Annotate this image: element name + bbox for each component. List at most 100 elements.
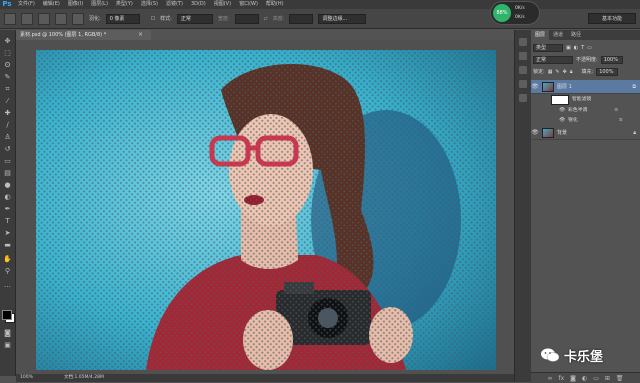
refine-edge-button[interactable]: 调整边缘... (318, 13, 367, 24)
history-brush-tool-icon[interactable]: ↺ (3, 146, 12, 153)
brush-panel-icon[interactable] (519, 66, 527, 74)
wechat-watermark: 卡乐堡 (540, 344, 636, 366)
feather-label: 羽化: (89, 16, 101, 22)
properties-panel-icon[interactable] (519, 52, 527, 60)
history-panel-icon[interactable] (519, 38, 527, 46)
filter-sharpen-row[interactable]: 👁︎ 锐化 ≡ (559, 116, 623, 125)
healing-brush-tool-icon[interactable]: ✚ (3, 110, 12, 117)
filter-options-icon[interactable]: ≡ (619, 116, 623, 125)
filter-options-icon[interactable]: ≡ (614, 106, 618, 115)
quick-mask-icon[interactable]: ◙ (3, 330, 12, 337)
layer-kind-select[interactable]: 类型 (533, 43, 563, 52)
zoom-level[interactable]: 100% (20, 374, 33, 382)
panel-tabs: 图层 通道 路径 (531, 30, 640, 40)
layer-row-background[interactable]: 👁︎ 背景 🔒︎ (531, 126, 640, 140)
feather-input[interactable]: 0 像素 (105, 13, 140, 24)
menu-layer[interactable]: 图层(L) (87, 0, 112, 9)
halftone-portrait-artwork[interactable] (36, 50, 496, 370)
new-group-icon[interactable]: ▭ (593, 375, 599, 382)
intersect-selection-button[interactable] (72, 12, 84, 25)
smart-filter-mask-thumbnail[interactable] (551, 94, 569, 105)
menu-help[interactable]: 帮助(H) (262, 0, 288, 9)
lock-image-icon[interactable]: ✎ (555, 69, 559, 75)
height-input[interactable] (289, 13, 314, 24)
opacity-input[interactable]: 100% (600, 55, 623, 64)
blur-tool-icon[interactable]: ● (3, 182, 12, 189)
type-tool-icon[interactable]: T (3, 218, 12, 225)
layer-row-1[interactable]: 👁︎ 图层 1 ⧉ (531, 80, 640, 94)
smart-filter-row[interactable]: 智能滤镜 (551, 94, 591, 105)
marquee-tool-preset-button[interactable] (4, 12, 16, 25)
menu-view[interactable]: 视图(V) (210, 0, 235, 9)
shape-tool-icon[interactable]: ▬ (3, 242, 12, 249)
lasso-tool-icon[interactable]: ʘ (3, 62, 12, 69)
path-select-tool-icon[interactable]: ➤ (3, 230, 12, 237)
paragraph-panel-icon[interactable] (519, 94, 527, 102)
layer-name[interactable]: 图层 1 (557, 83, 572, 90)
tab-channels[interactable]: 通道 (549, 30, 567, 40)
document-tab[interactable]: 素材.psd @ 100% (图层 1, RGB/8) * (16, 30, 151, 40)
screen-mode-icon[interactable]: ▣ (3, 342, 12, 349)
swap-icon[interactable]: ⇄ (264, 16, 268, 22)
layer-style-icon[interactable]: fx (558, 375, 564, 382)
close-document-icon[interactable]: × (138, 30, 148, 40)
delete-layer-icon[interactable]: 🗑︎ (616, 375, 624, 382)
blend-mode-select[interactable]: 正常 (533, 55, 573, 64)
gradient-tool-icon[interactable]: ▤ (3, 170, 12, 177)
filter-pixel-icon[interactable]: ▣ (566, 45, 571, 51)
zoom-tool-icon[interactable]: ⚲ (3, 268, 12, 275)
marquee-tool-icon[interactable]: ⬚ (3, 50, 12, 57)
tab-paths[interactable]: 路径 (567, 30, 585, 40)
foreground-color-swatch[interactable] (2, 310, 12, 320)
eyedropper-tool-icon[interactable]: ⁄ (3, 98, 12, 105)
width-input[interactable] (234, 13, 259, 24)
clone-stamp-tool-icon[interactable]: ♙ (3, 134, 12, 141)
new-selection-button[interactable] (21, 12, 33, 25)
quick-select-tool-icon[interactable]: ✎ (3, 74, 12, 81)
adjustment-layer-icon[interactable]: ◐ (582, 375, 587, 382)
filter-color-halftone-row[interactable]: 👁︎ 彩色半调 ≡ (559, 106, 618, 115)
workspace-essentials-select[interactable]: 基本功能 (588, 13, 636, 24)
link-layers-icon[interactable]: ∞ (547, 375, 552, 382)
visibility-eye-icon[interactable]: 👁︎ (531, 129, 539, 136)
move-tool-icon[interactable]: ✥ (3, 38, 12, 45)
fill-input[interactable]: 100% (596, 67, 619, 76)
subtract-selection-button[interactable] (55, 12, 67, 25)
style-select[interactable]: 正常 (176, 13, 213, 24)
menu-3d[interactable]: 3D(D) (187, 0, 210, 9)
add-selection-button[interactable] (38, 12, 50, 25)
tab-layers[interactable]: 图层 (531, 30, 550, 40)
visibility-eye-icon[interactable]: 👁︎ (531, 83, 539, 90)
menu-window[interactable]: 窗口(W) (235, 0, 262, 9)
watermark-text: 卡乐堡 (564, 349, 604, 365)
new-layer-icon[interactable]: ⊞ (605, 375, 610, 382)
dodge-tool-icon[interactable]: ◐ (3, 194, 12, 201)
performance-widget: 88% 0K/s 0K/s (490, 1, 540, 25)
lock-transparent-icon[interactable]: ▦ (548, 69, 553, 75)
hand-tool-icon[interactable]: ✋ (3, 256, 12, 263)
filter-shape-icon[interactable]: ▭ (587, 45, 592, 51)
lock-position-icon[interactable]: ✥ (563, 69, 567, 75)
pen-tool-icon[interactable]: ✒ (3, 206, 12, 213)
menu-type[interactable]: 类型(Y) (112, 0, 137, 9)
eraser-tool-icon[interactable]: ▭ (3, 158, 12, 165)
antialias-checkbox-label[interactable]: ☐ (151, 16, 155, 22)
filter-eye-icon[interactable]: 👁︎ (559, 106, 565, 115)
layer-name[interactable]: 背景 (557, 129, 567, 136)
crop-tool-icon[interactable]: ⌗ (3, 86, 12, 93)
more-tools-icon[interactable]: … (3, 282, 12, 289)
menu-select[interactable]: 选择(S) (137, 0, 162, 9)
filter-eye-icon[interactable]: 👁︎ (559, 116, 565, 125)
character-panel-icon[interactable] (519, 80, 527, 88)
foreground-background-color-swatch[interactable] (2, 310, 15, 323)
brush-tool-icon[interactable]: ∕ (3, 122, 12, 129)
add-mask-icon[interactable]: ◙ (570, 375, 576, 382)
filter-type-icon[interactable]: T (581, 45, 584, 51)
menu-filter[interactable]: 滤镜(T) (162, 0, 187, 9)
menu-edit[interactable]: 编辑(E) (39, 0, 64, 9)
menu-file[interactable]: 文件(F) (14, 0, 39, 9)
download-rate: 0K/s (515, 15, 525, 20)
menu-image[interactable]: 图像(I) (64, 0, 87, 9)
lock-all-icon[interactable]: 🔒︎ (570, 69, 573, 75)
filter-adjust-icon[interactable]: ◐ (574, 45, 578, 51)
